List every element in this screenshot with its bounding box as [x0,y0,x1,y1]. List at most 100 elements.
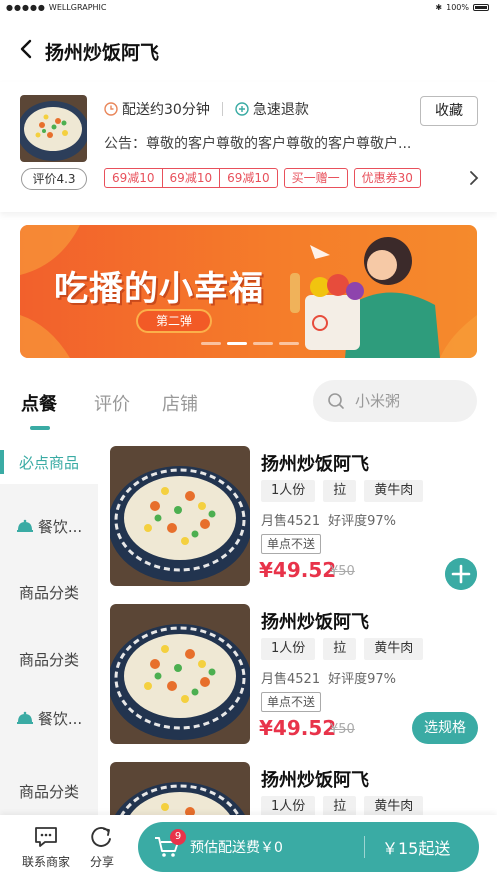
shop-info-card: 评价4.3 配送约30分钟 急速退款 收藏 公告：尊敬的客户尊敬的客户尊敬的客户… [0,82,497,212]
dish-tag: 黄牛肉 [364,638,424,660]
buy-one-get-one-coupon[interactable]: 买一赠一 [283,168,348,188]
search-input[interactable] [355,390,465,412]
dish-tag: 黄牛肉 [364,480,424,502]
shop-rating-badge: 评价4.3 [21,168,87,190]
fried-rice-image [20,95,87,162]
dish-card[interactable]: 扬州炒饭阿飞 1人份 拉 黄牛肉 月售4521 好评度97% 单点不送 ¥49.… [110,604,488,746]
discount-coupon: 69减10 [161,169,220,187]
dish-card[interactable]: 扬州炒饭阿飞 1人份 拉 黄牛肉 月售4521 好评度97% 单点不送 ¥49.… [110,446,488,590]
dish-name: 扬州炒饭阿飞 [261,770,369,791]
tab-store[interactable]: 店铺 [162,390,198,416]
voucher-coupon[interactable]: 优惠券30 [353,168,421,188]
status-left: ●●●●● WELLGRAPHIC [6,3,106,12]
dish-name: 扬州炒饭阿飞 [261,612,369,633]
cloche-icon [16,711,33,724]
contact-merchant-button[interactable]: 联系商家 [16,825,76,870]
delivery-time: 配送约30分钟 [122,102,210,118]
share-icon [91,827,111,847]
back-arrow-icon[interactable] [16,38,38,60]
dish-price: ¥49.52 [259,558,337,582]
sidebar-item-catering[interactable]: 餐饮... [0,696,98,740]
dish-tag: 1人份 [261,480,316,502]
dish-tag: 拉 [323,638,357,660]
main-tabs: 点餐 评价 店铺 [0,380,497,430]
contact-merchant-label: 联系商家 [21,855,70,869]
status-right: ✱ 100% [435,3,489,12]
positive-rating: 好评度97% [328,514,396,529]
coupon-list: 69减10 69减10 69减10 买一赠一 优惠券30 [104,168,421,188]
sidebar-item-label: 餐饮... [37,709,83,728]
dish-stats: 月售4521 好评度97% [261,510,396,529]
banner-dot-active[interactable] [227,342,247,345]
status-bar: ●●●●● WELLGRAPHIC ✱ 100% [0,0,497,16]
discount-coupon: 69减10 [112,171,155,185]
dish-original-price: ¥50 [330,722,355,737]
tab-order[interactable]: 点餐 [21,390,57,416]
sidebar-item-must-order[interactable]: 必点商品 [0,440,98,484]
signal-dots-icon: ●●●●● [6,3,46,12]
nav-bar: 扬州炒饭阿飞 [0,30,497,70]
fried-rice-image [110,446,250,586]
share-button[interactable]: 分享 [72,825,132,870]
info-divider [221,102,223,116]
dish-original-price: ¥50 [330,564,355,579]
fast-refund-label: 急速退款 [252,102,309,118]
dish-image [110,604,250,744]
category-sidebar: 必点商品 餐饮... 商品分类 商品分类 餐饮... 商品分类 [0,440,98,815]
dish-stats: 月售4521 好评度97% [261,668,396,687]
cloche-icon [16,519,33,532]
shop-thumbnail [20,95,87,162]
favorite-button[interactable]: 收藏 [420,96,478,126]
active-tab-indicator [30,426,50,430]
cart-divider [364,836,365,858]
cart-checkout-bar[interactable]: 9 预估配送费￥0 ￥15起送 [138,822,479,872]
discount-coupon: 69减10 [219,169,277,187]
sidebar-item-category[interactable]: 商品分类 [0,769,98,813]
dish-tags: 1人份 拉 黄牛肉 [261,638,424,660]
plus-circle-icon [235,102,249,116]
tab-reviews[interactable]: 评价 [94,390,130,416]
banner-subtitle: 第二弹 [138,311,210,331]
dish-tag: 1人份 [261,638,316,660]
promo-banner[interactable]: 吃播的小幸福 第二弹 [20,225,477,358]
dish-tags: 1人份 拉 黄牛肉 [261,796,424,815]
banner-title: 吃播的小幸福 [54,269,264,309]
fried-rice-image [110,604,250,744]
sidebar-item-category[interactable]: 商品分类 [0,570,98,614]
search-box[interactable] [313,380,477,422]
bluetooth-icon: ✱ [435,3,443,12]
sidebar-item-label: 商品分类 [18,583,79,602]
single-order-note: 单点不送 [261,692,322,712]
dish-name: 扬州炒饭阿飞 [261,454,369,475]
dish-price: ¥49.52 [259,716,337,740]
banner-dot[interactable] [279,342,299,345]
sidebar-item-label: 商品分类 [18,650,79,669]
dish-card[interactable]: 扬州炒饭阿飞 1人份 拉 黄牛肉 [110,762,488,815]
add-to-cart-button[interactable] [445,558,477,590]
sidebar-item-label: 餐饮... [37,517,83,536]
sidebar-item-catering[interactable]: 餐饮... [0,504,98,548]
single-order-note: 单点不送 [261,534,322,554]
delivery-fee-estimate: 预估配送费￥0 [190,840,283,856]
shop-info-row: 配送约30分钟 急速退款 [104,99,309,119]
shop-notice: 公告：尊敬的客户尊敬的客户尊敬的客户尊敬户... [104,136,412,152]
chevron-right-icon[interactable] [467,170,481,186]
banner-pagination [201,342,299,345]
battery-icon [473,4,489,11]
dish-tags: 1人份 拉 黄牛肉 [261,480,424,502]
dish-tag: 1人份 [261,796,316,815]
dish-image [110,446,250,586]
dish-tag: 拉 [323,480,357,502]
monthly-sales: 月售4521 [261,514,321,529]
search-icon [328,393,344,409]
banner-dot[interactable] [201,342,221,345]
discount-coupon-group[interactable]: 69减10 69减10 69减10 [104,168,278,188]
page-title: 扬州炒饭阿飞 [45,42,160,64]
carrier-label: WELLGRAPHIC [48,3,107,12]
dish-image [110,762,250,815]
banner-dot[interactable] [253,342,273,345]
sidebar-item-category[interactable]: 商品分类 [0,637,98,681]
fried-rice-image [110,762,250,815]
select-spec-button[interactable]: 选规格 [412,712,478,744]
clock-icon [104,102,118,116]
